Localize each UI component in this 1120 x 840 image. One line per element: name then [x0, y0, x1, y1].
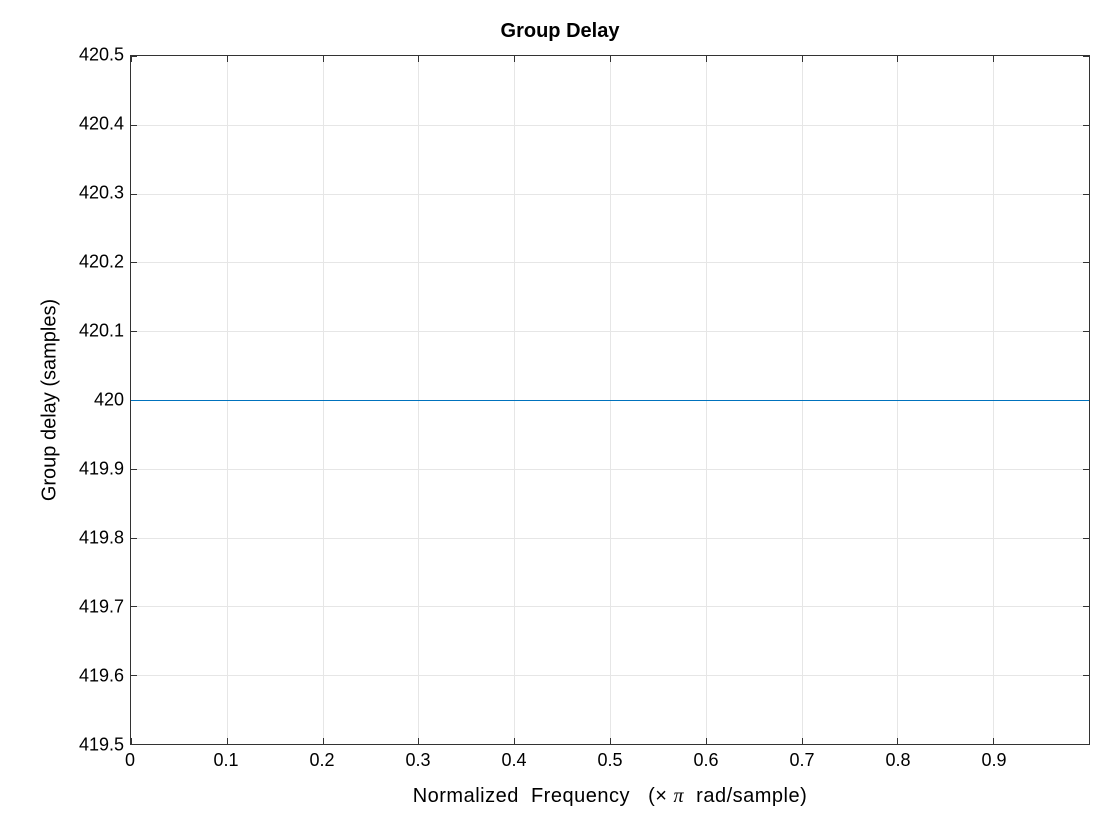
tick-mark: [1083, 262, 1089, 263]
tick-mark: [514, 738, 515, 744]
tick-mark: [131, 56, 137, 57]
y-tick-label: 420.2: [24, 252, 124, 273]
tick-mark: [131, 675, 137, 676]
tick-mark: [227, 738, 228, 744]
y-tick-label: 419.7: [24, 597, 124, 618]
y-tick-label: 419.6: [24, 666, 124, 687]
tick-mark: [227, 56, 228, 62]
grid-line: [131, 331, 1089, 332]
tick-mark: [1083, 606, 1089, 607]
y-axis-label: Group delay (samples): [39, 299, 62, 501]
tick-mark: [323, 56, 324, 62]
tick-mark: [993, 56, 994, 62]
tick-mark: [802, 738, 803, 744]
grid-line: [131, 194, 1089, 195]
tick-mark: [1083, 194, 1089, 195]
tick-mark: [897, 56, 898, 62]
y-tick-label: 419.8: [24, 528, 124, 549]
xlabel-part: rad/sample): [684, 785, 807, 807]
xlabel-times: ×: [655, 785, 667, 807]
tick-mark: [131, 262, 137, 263]
figure: Group Delay 419.5 419.6 419.7 419.8 419.…: [0, 0, 1120, 840]
tick-mark: [514, 56, 515, 62]
x-tick-label: 0.4: [501, 750, 526, 771]
x-axis-label: Normalized Frequency (× π rad/sample): [130, 785, 1090, 808]
x-tick-label: 0.7: [789, 750, 814, 771]
y-axis-label-container: Group delay (samples): [40, 55, 60, 745]
tick-mark: [323, 738, 324, 744]
tick-mark: [131, 331, 137, 332]
x-tick-label: 0: [125, 750, 135, 771]
grid-line: [131, 675, 1089, 676]
xlabel-part: Normalized Frequency (: [413, 785, 656, 807]
tick-mark: [897, 738, 898, 744]
tick-mark: [131, 606, 137, 607]
tick-mark: [610, 56, 611, 62]
y-tick-label: 420.3: [24, 183, 124, 204]
y-tick-label: 419.5: [24, 735, 124, 756]
tick-mark: [418, 738, 419, 744]
x-tick-label: 0.5: [597, 750, 622, 771]
x-tick-label: 0.9: [981, 750, 1006, 771]
tick-mark: [131, 125, 137, 126]
x-tick-label: 0.8: [885, 750, 910, 771]
tick-mark: [1083, 744, 1089, 745]
tick-mark: [993, 738, 994, 744]
tick-mark: [131, 469, 137, 470]
grid-line: [131, 469, 1089, 470]
grid-line: [131, 262, 1089, 263]
x-tick-label: 0.2: [309, 750, 334, 771]
tick-mark: [1083, 331, 1089, 332]
tick-mark: [1083, 125, 1089, 126]
tick-mark: [1083, 469, 1089, 470]
chart-title: Group Delay: [0, 20, 1120, 43]
tick-mark: [131, 744, 137, 745]
data-series-line: [131, 400, 1089, 401]
tick-mark: [706, 738, 707, 744]
grid-line: [131, 538, 1089, 539]
pi-symbol-icon: π: [674, 785, 685, 807]
tick-mark: [610, 738, 611, 744]
grid-line: [131, 125, 1089, 126]
tick-mark: [802, 56, 803, 62]
tick-mark: [1083, 538, 1089, 539]
tick-mark: [131, 538, 137, 539]
plot-area: [130, 55, 1090, 745]
y-tick-label: 420.4: [24, 114, 124, 135]
grid-line: [131, 606, 1089, 607]
x-tick-label: 0.6: [693, 750, 718, 771]
tick-mark: [418, 56, 419, 62]
y-tick-label: 420.5: [24, 45, 124, 66]
tick-mark: [1083, 675, 1089, 676]
tick-mark: [131, 194, 137, 195]
tick-mark: [706, 56, 707, 62]
tick-mark: [1083, 56, 1089, 57]
x-tick-label: 0.1: [213, 750, 238, 771]
x-tick-label: 0.3: [405, 750, 430, 771]
